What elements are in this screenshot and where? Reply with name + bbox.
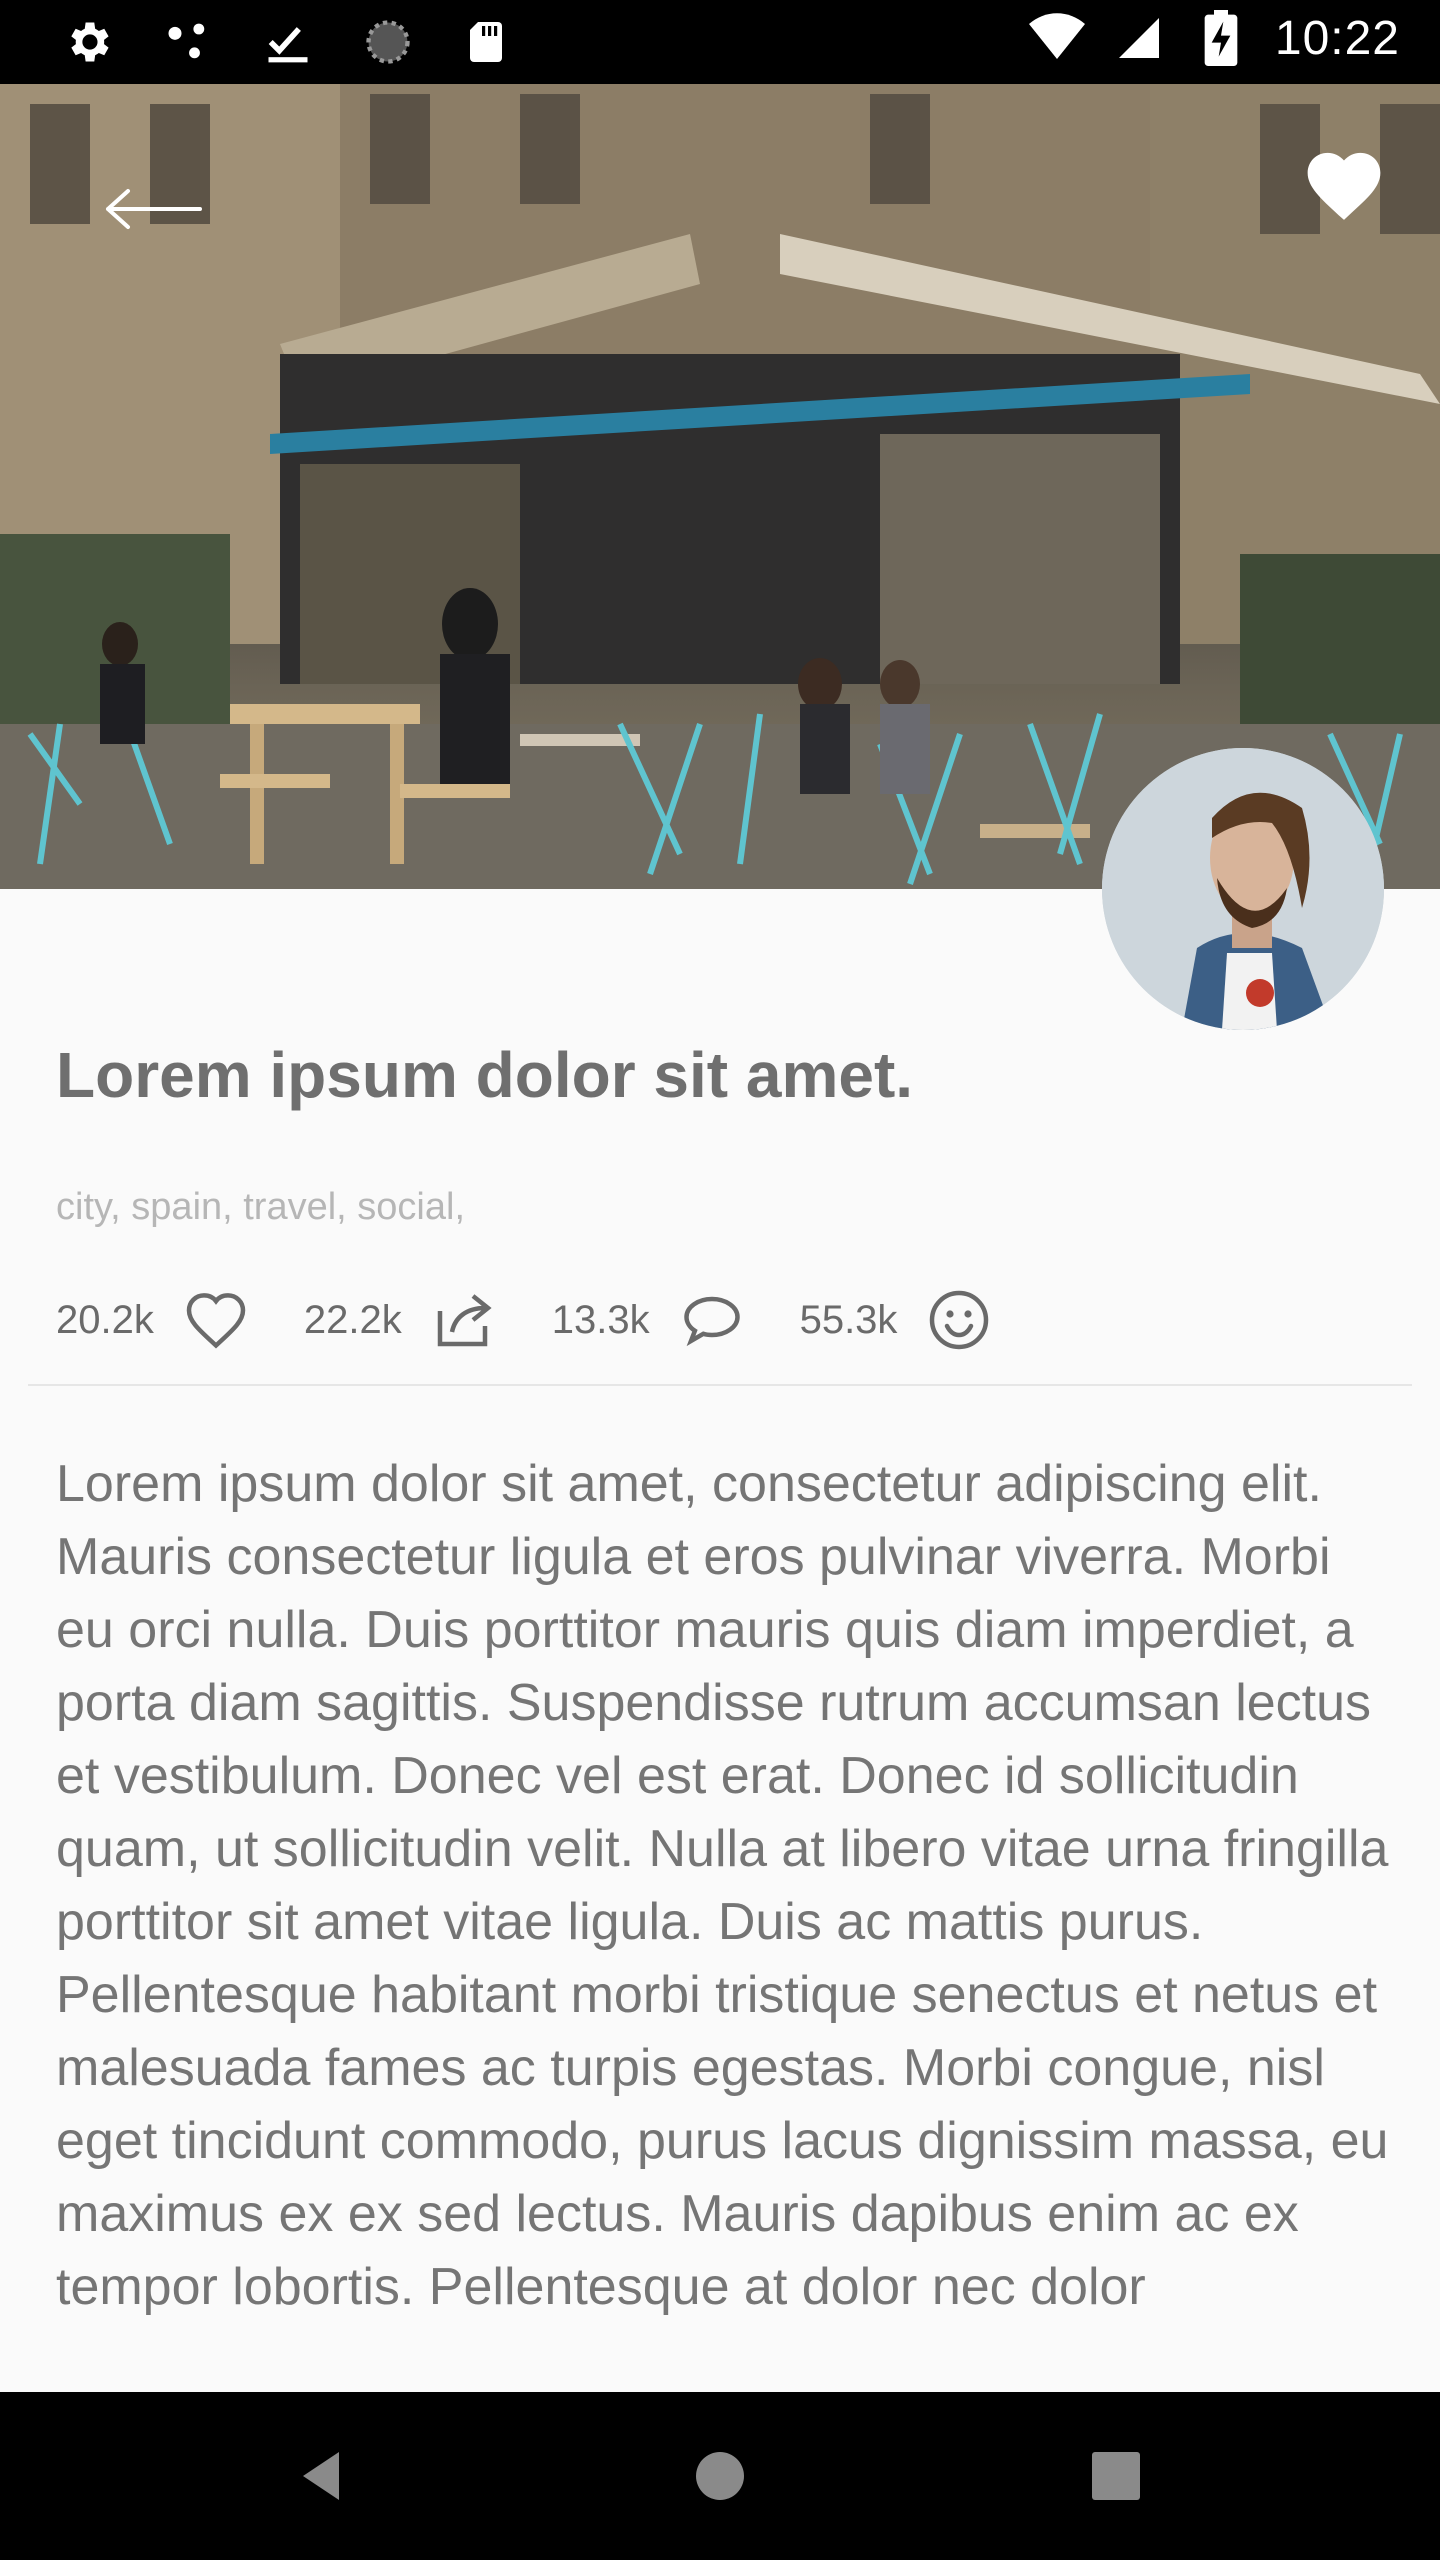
navigation-bar (0, 2392, 1440, 2560)
share-dots-icon (160, 14, 216, 70)
comments-stat[interactable]: 13.3k (552, 1284, 748, 1356)
loading-circle-icon (360, 14, 416, 70)
favorite-button[interactable] (1300, 142, 1388, 222)
post-title: Lorem ipsum dolor sit amet. (56, 1039, 914, 1111)
reactions-count: 55.3k (799, 1297, 898, 1342)
comment-icon[interactable] (676, 1284, 748, 1356)
smiley-icon[interactable] (923, 1284, 995, 1356)
cell-signal-icon (1111, 10, 1167, 66)
shares-stat[interactable]: 22.2k (304, 1284, 500, 1356)
shares-count: 22.2k (303, 1297, 402, 1342)
post-tags: city, spain, travel, social, (56, 1186, 466, 1228)
square-recents-icon (1092, 2452, 1140, 2500)
divider (28, 1384, 1412, 1386)
arrow-back-icon (106, 189, 202, 229)
nav-recents-button[interactable] (1080, 2440, 1152, 2512)
back-button[interactable] (100, 179, 210, 239)
triangle-back-icon (303, 2452, 339, 2500)
likes-stat[interactable]: 20.2k (56, 1284, 252, 1356)
settings-icon (60, 14, 116, 70)
sd-card-icon (460, 14, 516, 70)
likes-count: 20.2k (56, 1297, 154, 1342)
reactions-stat[interactable]: 55.3k (800, 1284, 996, 1356)
author-avatar[interactable] (1102, 748, 1384, 1030)
share-icon[interactable] (428, 1284, 500, 1356)
status-time: 10:22 (1274, 11, 1400, 65)
comments-count: 13.3k (551, 1297, 650, 1342)
author-photo (1102, 748, 1384, 1030)
circle-home-icon (696, 2452, 744, 2500)
heart-filled-icon (1307, 152, 1381, 220)
post-stats: 20.2k 22.2k 13.3k 55.3k (56, 1282, 1047, 1358)
heart-outline-icon[interactable] (180, 1284, 252, 1356)
nav-home-button[interactable] (684, 2440, 756, 2512)
nav-back-button[interactable] (288, 2440, 360, 2512)
battery-charging-icon (1193, 10, 1249, 66)
task-done-icon (260, 14, 316, 70)
wifi-icon (1028, 10, 1085, 66)
status-bar: 10:22 (0, 0, 1440, 84)
post-body: Lorem ipsum dolor sit amet, consectetur … (56, 1455, 1389, 2316)
